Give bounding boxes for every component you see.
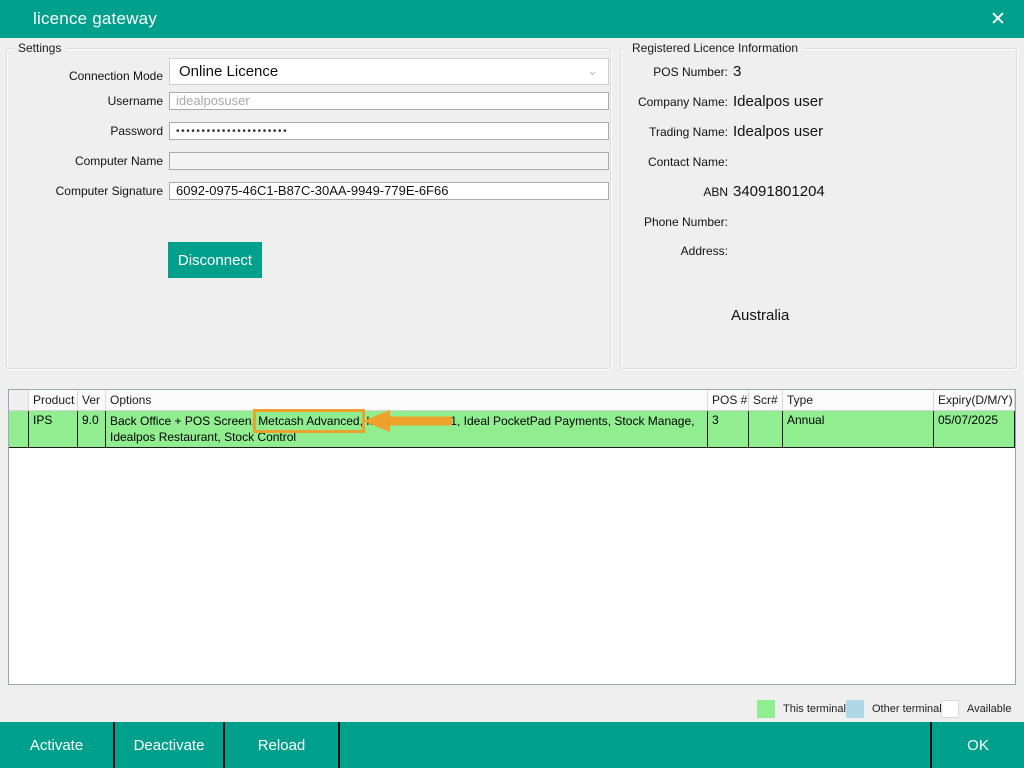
product-cell: IPS [29,411,78,447]
this-terminal-swatch [757,700,775,718]
registered-licence-group-label: Registered Licence Information [627,41,803,55]
company-name-label: Company Name: [623,92,728,112]
annotation-arrow-icon: Ideal Handheld [366,414,447,428]
computer-name-field[interactable] [169,152,609,170]
type-cell: Annual [783,411,934,447]
ok-button[interactable]: OK [932,722,1024,768]
abn-label: ABN [623,182,728,202]
pos-number-value: 3 [733,62,741,82]
close-icon: ✕ [990,8,1006,31]
contact-name-row: Contact Name: [621,152,1016,172]
row-selector-cell [9,411,29,447]
trading-name-row: Trading Name: Idealpos user [621,122,1016,142]
available-swatch [941,700,959,718]
ver-cell: 9.0 [78,411,106,447]
bottom-toolbar: Activate Deactivate Reload OK [0,722,1024,768]
licence-table-header: Product Ver Options POS # Scr# Type Expi… [9,390,1015,411]
computer-signature-label: Computer Signature [13,182,163,200]
column-header-options[interactable]: Options [106,390,708,410]
column-header-pos[interactable]: POS # [708,390,749,410]
settings-group: Settings Connection Mode Online Licence … [6,48,611,369]
reload-button[interactable]: Reload [225,722,338,768]
column-header-ver[interactable]: Ver [78,390,106,410]
scr-cell [749,411,783,447]
connection-mode-select[interactable]: Online Licence ⌄ [169,58,609,85]
column-header-expiry[interactable]: Expiry(D/M/Y) [934,390,1015,410]
trading-name-value: Idealpos user [733,122,823,142]
licence-table: Product Ver Options POS # Scr# Type Expi… [8,389,1016,685]
company-name-row: Company Name: Idealpos user [621,92,1016,112]
computer-name-label: Computer Name [13,152,163,170]
pos-cell: 3 [708,411,749,447]
pos-number-row: POS Number: 3 [621,62,1016,82]
column-header-scr[interactable]: Scr# [749,390,783,410]
other-terminals-swatch [846,700,864,718]
address-label: Address: [623,241,728,261]
column-header-type[interactable]: Type [783,390,934,410]
username-label: Username [13,92,163,110]
username-field[interactable]: idealposuser [169,92,609,110]
chevron-down-icon: ⌄ [587,59,598,82]
abn-value: 34091801204 [733,182,825,202]
connection-mode-label: Connection Mode [13,63,163,90]
table-row[interactable]: IPS 9.0 Back Office + POS Screen, Metcas… [9,411,1015,448]
other-terminals-label: Other terminals [872,700,947,719]
options-line-2: Idealpos Restaurant, Stock Control [110,429,703,445]
toolbar-divider [338,722,340,768]
address-row: Address: [621,241,1016,261]
computer-signature-field[interactable]: 6092-0975-46C1-B87C-30AA-9949-779E-6F66 [169,182,609,200]
column-header-product[interactable]: Product [29,390,78,410]
expiry-cell: 05/07/2025 [934,411,1015,447]
annotation-highlight-box: Metcash Advanced [258,414,359,428]
contact-name-label: Contact Name: [623,152,728,172]
phone-number-row: Phone Number: [621,212,1016,232]
password-label: Password [13,122,163,140]
title-bar: licence gateway ✕ [0,0,1024,38]
abn-row: ABN 34091801204 [621,182,1016,202]
connection-mode-value: Online Licence [179,63,278,80]
phone-number-label: Phone Number: [623,212,728,232]
this-terminal-label: This terminal [783,700,846,719]
disconnect-button[interactable]: Disconnect [168,242,262,278]
window-title: licence gateway [33,0,157,38]
password-field[interactable]: •••••••••••••••••••••• [169,122,609,140]
registered-licence-group: Registered Licence Information POS Numbe… [620,48,1017,369]
company-name-value: Idealpos user [733,92,823,112]
trading-name-label: Trading Name: [623,122,728,142]
options-text-after: 1, Ideal PocketPad Payments, Stock Manag… [447,414,694,428]
settings-group-label: Settings [13,41,66,55]
pos-number-label: POS Number: [623,62,728,82]
options-cell: Back Office + POS Screen, Metcash Advanc… [106,411,708,447]
deactivate-button[interactable]: Deactivate [115,722,223,768]
activate-button[interactable]: Activate [0,722,113,768]
close-button[interactable]: ✕ [978,0,1018,38]
options-text-before: Back Office + POS Screen, [110,414,258,428]
country-value: Australia [731,307,789,324]
options-line-1: Back Office + POS Screen, Metcash Advanc… [110,413,703,429]
available-label: Available [967,700,1011,719]
column-header-rowselector[interactable] [9,390,29,410]
